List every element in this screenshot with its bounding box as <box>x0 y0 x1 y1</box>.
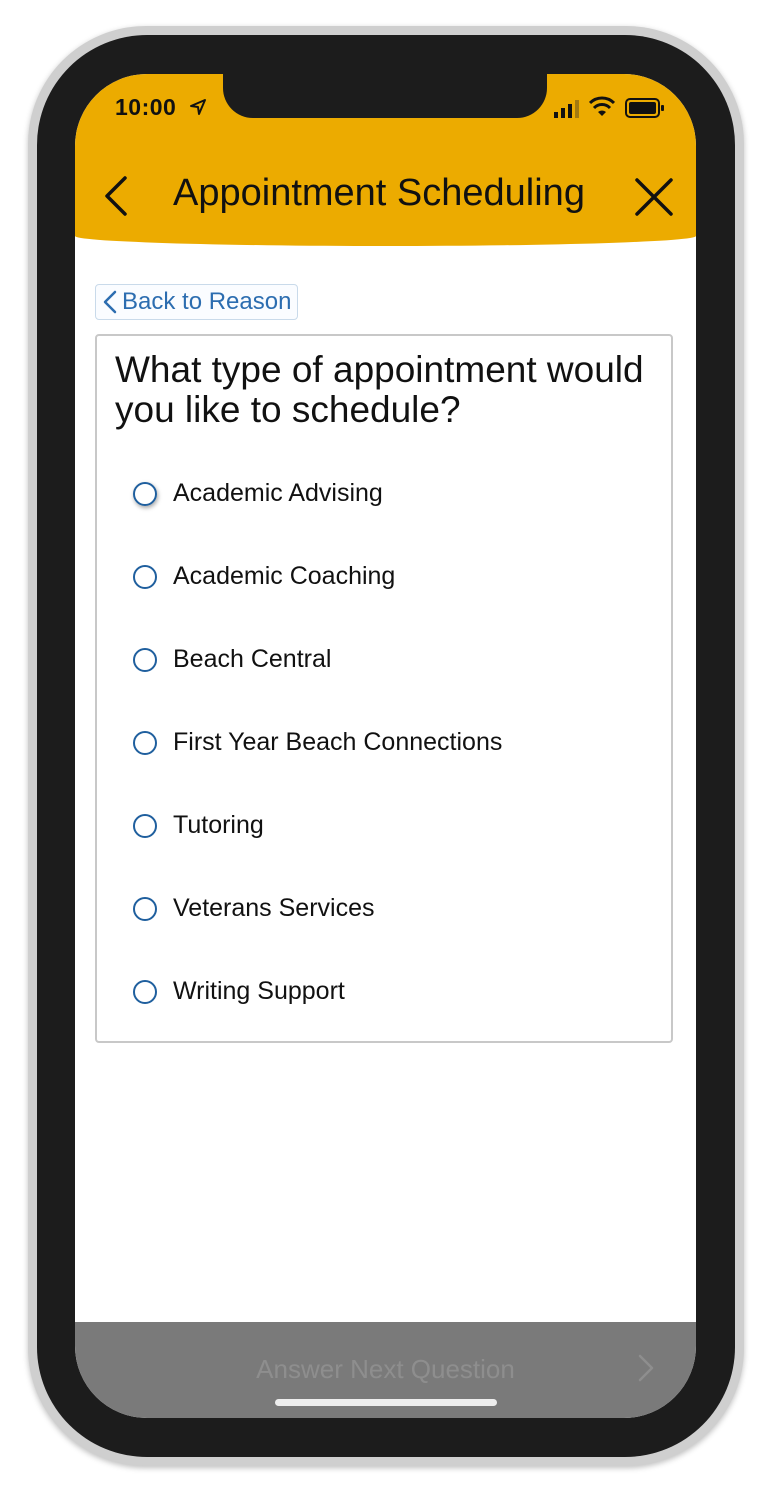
app-screen: 10:00 Appointment Scheduling Back to Rea… <box>75 74 696 1418</box>
close-icon[interactable] <box>633 176 675 218</box>
radio-button[interactable] <box>133 813 157 838</box>
option-tutoring[interactable]: Tutoring <box>133 784 653 867</box>
option-label: Beach Central <box>173 645 332 673</box>
option-veterans-services[interactable]: Veterans Services <box>133 867 653 950</box>
page-title: Appointment Scheduling <box>173 172 585 214</box>
option-label: Veterans Services <box>173 894 375 922</box>
chevron-left-icon <box>103 290 117 314</box>
radio-button[interactable] <box>133 564 157 589</box>
wifi-icon <box>589 96 615 116</box>
option-beach-central[interactable]: Beach Central <box>133 618 653 701</box>
option-academic-advising[interactable]: Academic Advising <box>133 452 653 535</box>
option-writing-support[interactable]: Writing Support <box>133 950 653 1033</box>
status-time: 10:00 <box>115 94 177 120</box>
radio-button[interactable] <box>133 896 157 921</box>
radio-button[interactable] <box>133 979 157 1004</box>
option-label: Academic Advising <box>173 479 383 507</box>
next-button-label: Answer Next Question <box>256 1354 515 1384</box>
location-arrow-icon <box>190 99 206 115</box>
radio-button[interactable] <box>133 730 157 755</box>
signal-icon <box>554 100 579 118</box>
question-card: What type of appointment would you like … <box>95 334 673 1043</box>
chevron-right-icon <box>638 1354 654 1382</box>
device-notch <box>223 74 547 118</box>
radio-button[interactable] <box>133 647 157 672</box>
options-list: Academic Advising Academic Coaching Beac… <box>133 472 653 1033</box>
back-to-reason-link[interactable]: Back to Reason <box>95 284 299 320</box>
battery-icon <box>625 98 664 118</box>
home-indicator[interactable] <box>275 1399 497 1406</box>
option-academic-coaching[interactable]: Academic Coaching <box>133 535 653 618</box>
option-label: First Year Beach Connections <box>173 728 503 756</box>
option-label: Tutoring <box>173 811 264 839</box>
option-first-year-beach-connections[interactable]: First Year Beach Connections <box>133 701 653 784</box>
chevron-left-icon[interactable] <box>101 174 131 218</box>
option-label: Academic Coaching <box>173 562 396 590</box>
option-label: Writing Support <box>173 977 345 1005</box>
back-link-label: Back to Reason <box>122 288 292 315</box>
radio-button[interactable] <box>133 481 157 506</box>
question-text: What type of appointment would you like … <box>115 349 644 430</box>
